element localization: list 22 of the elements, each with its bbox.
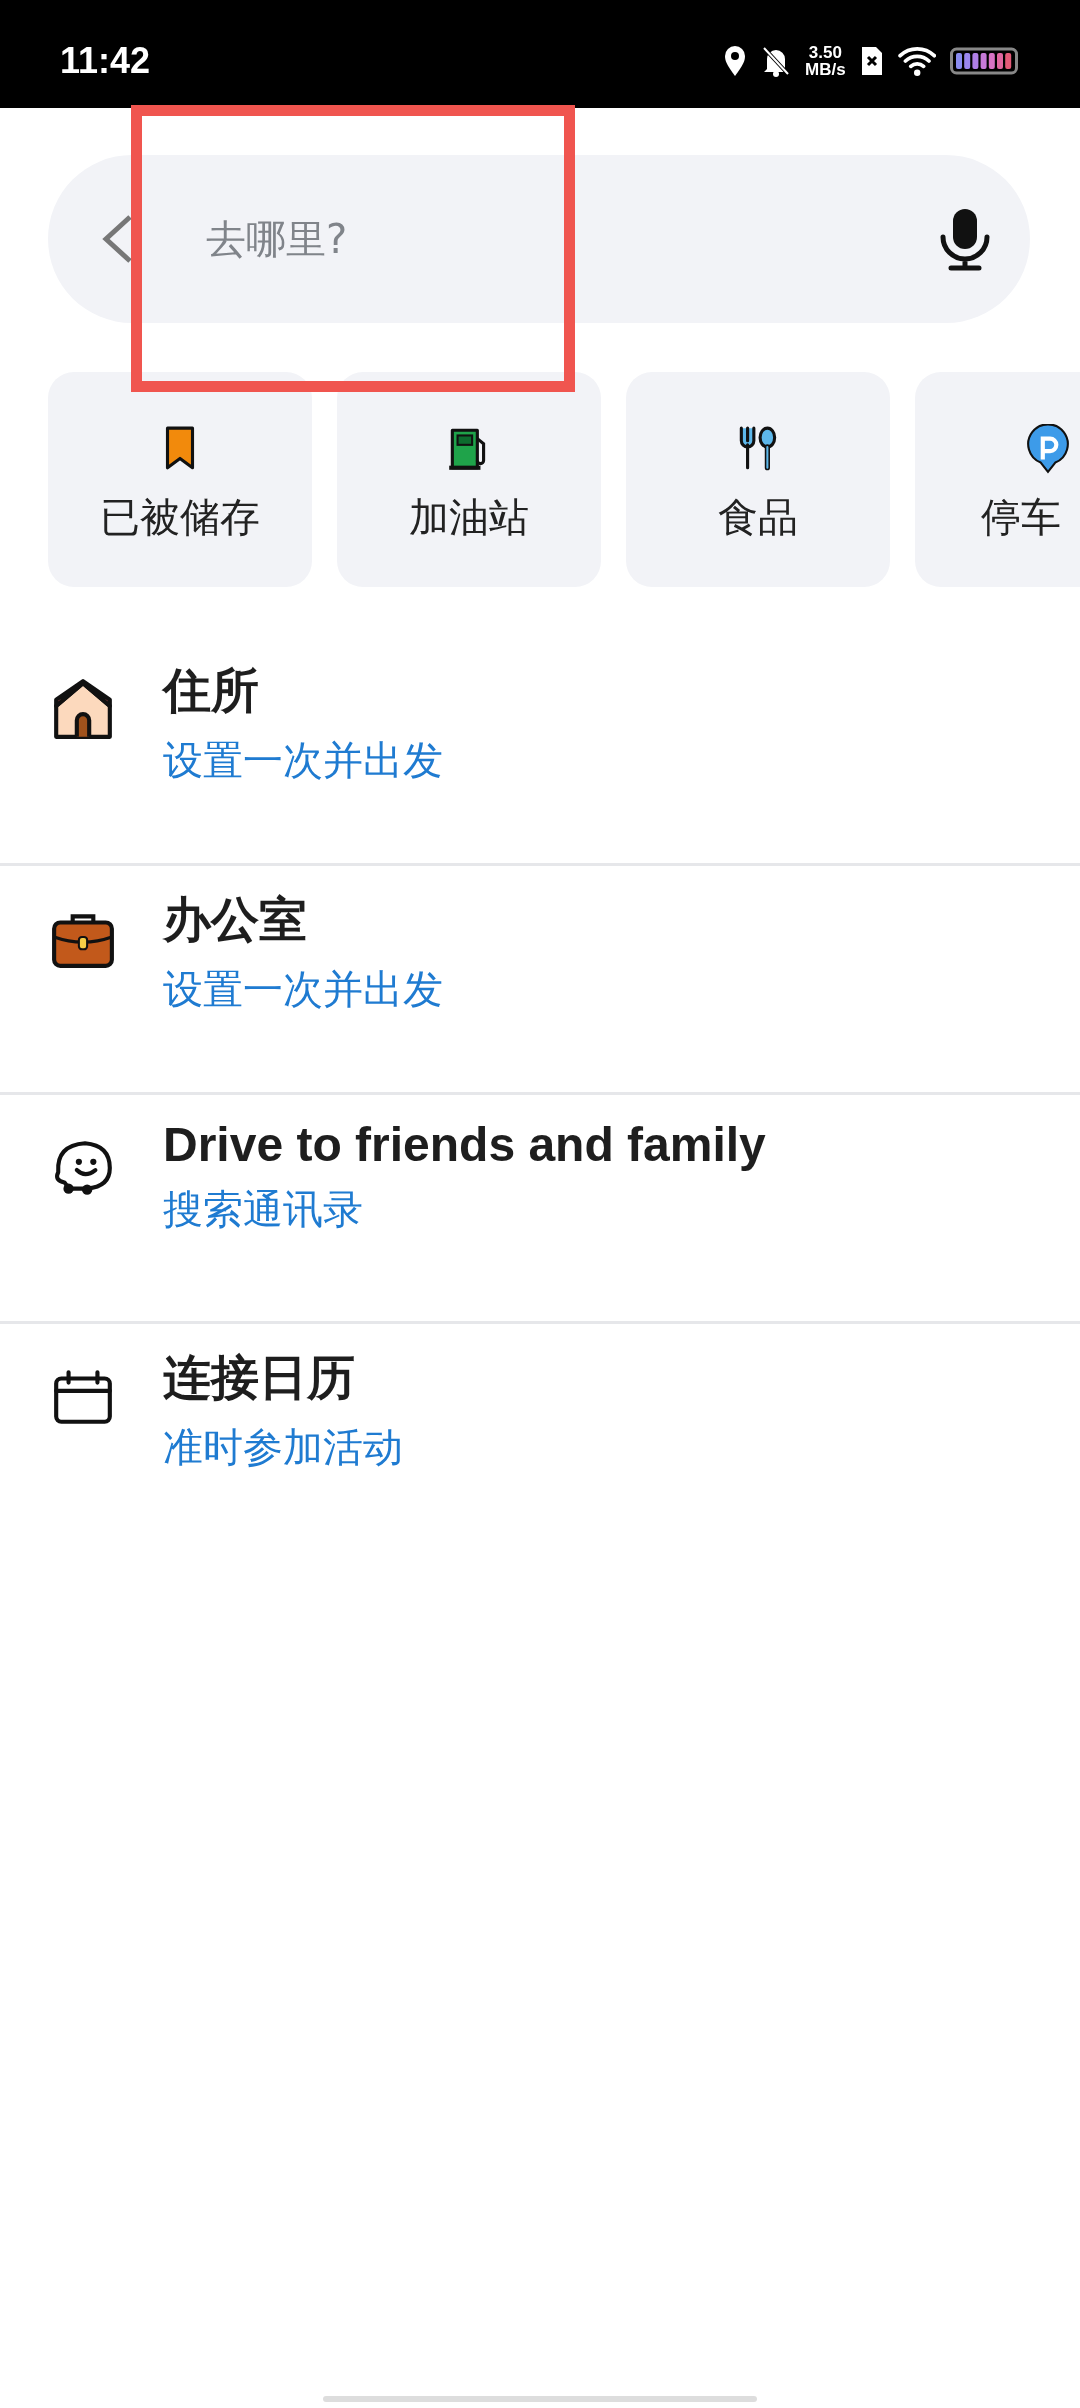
- category-chip[interactable]: 加油站: [337, 372, 601, 587]
- shortcut-subtitle[interactable]: 搜索通讯录: [163, 1182, 766, 1237]
- shortcut-subtitle[interactable]: 设置一次并出发: [163, 733, 443, 788]
- shortcut-subtitle[interactable]: 准时参加活动: [163, 1420, 403, 1475]
- sim-off-icon: [859, 45, 884, 77]
- bell-muted-icon: [761, 45, 791, 77]
- shortcut-title[interactable]: Drive to friends and family: [163, 1117, 766, 1172]
- location-icon: [723, 45, 747, 77]
- wifi-icon: [897, 45, 936, 77]
- category-chip[interactable]: 停车: [915, 372, 1080, 587]
- battery-icon: [950, 45, 1020, 77]
- search-placeholder: 去哪里?: [206, 214, 349, 264]
- shortcut-title[interactable]: 办公室: [163, 888, 443, 952]
- shortcut-title[interactable]: 连接日历: [163, 1346, 403, 1410]
- category-chip[interactable]: 已被储存: [48, 372, 312, 587]
- network-speed: 3.50: [808, 44, 842, 61]
- speed-unit: MB/s: [805, 61, 846, 78]
- status-time: 11:42: [60, 40, 151, 82]
- shortcut-subtitle[interactable]: 设置一次并出发: [163, 962, 443, 1017]
- back-icon[interactable]: [100, 213, 134, 265]
- shortcut-title[interactable]: 住所: [163, 659, 443, 723]
- category-chip[interactable]: 食品: [626, 372, 890, 587]
